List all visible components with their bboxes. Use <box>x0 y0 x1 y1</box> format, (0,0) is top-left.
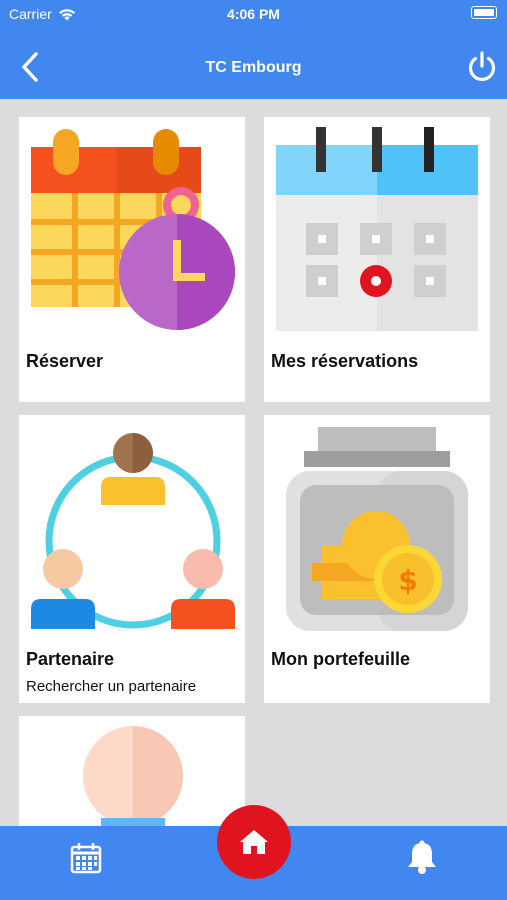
home-icon <box>240 830 268 854</box>
card-label: Mon portefeuille <box>271 649 410 669</box>
card-partenaire[interactable]: Partenaire Rechercher un partenaire <box>19 415 245 703</box>
calendar-icon <box>276 127 478 331</box>
coin-jar-icon: $ <box>286 427 468 631</box>
card-label: Mes réservations <box>271 351 419 371</box>
bell-icon[interactable] <box>406 840 438 874</box>
profile-avatar-icon <box>83 726 183 826</box>
card-profile[interactable] <box>19 716 245 826</box>
status-time: 4:06 PM <box>227 6 280 22</box>
page-title: TC Embourg <box>205 59 302 76</box>
battery-icon <box>471 6 497 19</box>
card-reserver[interactable]: Réserver <box>19 117 245 402</box>
svg-text:$: $ <box>398 564 417 597</box>
status-bar: Carrier 4:06 PM <box>0 0 507 28</box>
calendar-icon[interactable] <box>70 842 102 874</box>
card-label: Partenaire <box>26 649 115 669</box>
card-mon-portefeuille[interactable]: $ Mon portefeuille <box>264 415 490 703</box>
card-label: Réserver <box>26 351 104 371</box>
nav-bar: TC Embourg <box>0 40 507 98</box>
card-subtitle: Rechercher un partenaire <box>26 678 197 695</box>
power-button[interactable] <box>465 50 499 84</box>
card-mes-reservations[interactable]: Mes réservations <box>264 117 490 402</box>
partner-network-icon <box>31 433 235 629</box>
calendar-clock-icon <box>31 129 235 330</box>
top-bar: Carrier 4:06 PM TC Embourg <box>0 0 507 99</box>
home-button[interactable] <box>217 805 291 879</box>
